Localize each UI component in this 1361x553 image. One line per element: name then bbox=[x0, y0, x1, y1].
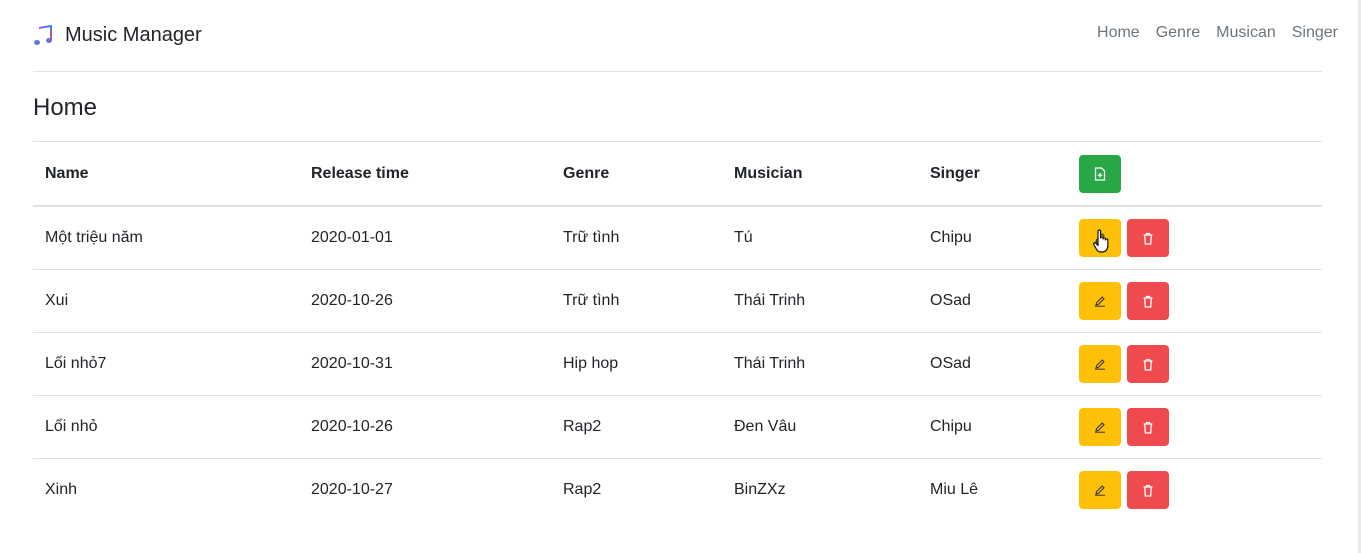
row-actions bbox=[1072, 206, 1322, 270]
cell-genre: Trữ tình bbox=[563, 229, 620, 246]
cell-genre: Trữ tình bbox=[563, 292, 620, 309]
header-release-time: Release time bbox=[311, 164, 409, 182]
cell-musician: Tú bbox=[734, 229, 753, 246]
pencil-icon bbox=[1095, 485, 1105, 496]
page-title: Home bbox=[33, 72, 1322, 142]
cell-genre: Hip hop bbox=[563, 355, 619, 372]
cell-singer: Chipu bbox=[930, 418, 972, 435]
cell-musician: Thái Trinh bbox=[734, 292, 806, 309]
trash-icon bbox=[1143, 232, 1153, 245]
pencil-icon bbox=[1095, 233, 1105, 244]
table-row: Một triệu năm 2020-01-01 Trữ tình Tú Chi… bbox=[33, 206, 1322, 270]
edit-button[interactable] bbox=[1079, 408, 1121, 446]
songs-table: Name Release time Genre Musician Singer bbox=[33, 142, 1322, 521]
table-body: Một triệu năm 2020-01-01 Trữ tình Tú Chi… bbox=[33, 206, 1322, 521]
row-actions bbox=[1072, 396, 1322, 459]
delete-button[interactable] bbox=[1127, 408, 1170, 446]
cell-release: 2020-01-01 bbox=[311, 229, 393, 246]
edit-button[interactable] bbox=[1079, 282, 1121, 320]
trash-icon bbox=[1143, 295, 1153, 308]
nav-musican[interactable]: Musican bbox=[1216, 24, 1276, 42]
cell-singer: OSad bbox=[930, 292, 971, 309]
cell-release: 2020-10-26 bbox=[311, 292, 393, 309]
add-song-button[interactable] bbox=[1079, 155, 1121, 193]
edit-button[interactable] bbox=[1079, 219, 1121, 257]
table-row: Xui 2020-10-26 Trữ tình Thái Trinh OSad bbox=[33, 270, 1322, 333]
nav-genre[interactable]: Genre bbox=[1156, 24, 1200, 42]
table-header: Name Release time Genre Musician Singer bbox=[33, 142, 1322, 206]
delete-button[interactable] bbox=[1127, 345, 1170, 383]
cell-name: Xinh bbox=[45, 481, 78, 498]
cell-name: Lối nhỏ bbox=[45, 418, 98, 435]
table-row: Xinh 2020-10-27 Rap2 BinZXz Miu Lê bbox=[33, 459, 1322, 522]
pencil-icon bbox=[1095, 422, 1105, 433]
cell-release: 2020-10-31 bbox=[311, 355, 393, 372]
nav-singer[interactable]: Singer bbox=[1292, 24, 1338, 42]
cell-musician: Đen Vâu bbox=[734, 418, 797, 435]
cell-singer: Chipu bbox=[930, 229, 972, 246]
trash-icon bbox=[1143, 358, 1153, 371]
table-row: Lối nhỏ7 2020-10-31 Hip hop Thái Trinh O… bbox=[33, 333, 1322, 396]
header-actions bbox=[1072, 142, 1322, 206]
cell-name: Lối nhỏ7 bbox=[45, 355, 107, 372]
cell-name: Xui bbox=[45, 292, 69, 309]
nav-home[interactable]: Home bbox=[1097, 24, 1140, 42]
pencil-icon bbox=[1095, 296, 1105, 307]
brand[interactable]: Music Manager bbox=[33, 24, 202, 47]
cell-genre: Rap2 bbox=[563, 481, 602, 498]
row-actions bbox=[1072, 270, 1322, 333]
pencil-icon bbox=[1095, 359, 1105, 370]
row-actions bbox=[1072, 459, 1322, 522]
nav-links: Home Genre Musican Singer bbox=[1097, 24, 1338, 42]
music-note-icon bbox=[33, 24, 53, 47]
file-plus-icon bbox=[1094, 167, 1106, 181]
header-genre: Genre bbox=[563, 164, 610, 182]
header-name: Name bbox=[45, 164, 89, 182]
navbar: Music Manager Home Genre Musican Singer bbox=[33, 0, 1338, 72]
cell-singer: Miu Lê bbox=[930, 481, 979, 498]
header-musician: Musician bbox=[734, 164, 803, 182]
trash-icon bbox=[1143, 421, 1153, 434]
main-container: Music Manager Home Genre Musican Singer … bbox=[33, 0, 1338, 521]
cell-musician: Thái Trinh bbox=[734, 355, 806, 372]
cell-name: Một triệu năm bbox=[45, 229, 143, 246]
cell-singer: OSad bbox=[930, 355, 971, 372]
delete-button[interactable] bbox=[1127, 219, 1170, 257]
delete-button[interactable] bbox=[1127, 471, 1170, 509]
header-singer: Singer bbox=[930, 164, 980, 182]
cell-musician: BinZXz bbox=[734, 481, 786, 498]
brand-title: Music Manager bbox=[65, 24, 202, 46]
cell-release: 2020-10-27 bbox=[311, 481, 393, 498]
edit-button[interactable] bbox=[1079, 345, 1121, 383]
edit-button[interactable] bbox=[1079, 471, 1121, 509]
table-row: Lối nhỏ 2020-10-26 Rap2 Đen Vâu Chipu bbox=[33, 396, 1322, 459]
header-row: Name Release time Genre Musician Singer bbox=[33, 142, 1322, 206]
trash-icon bbox=[1143, 484, 1153, 497]
cell-release: 2020-10-26 bbox=[311, 418, 393, 435]
cell-genre: Rap2 bbox=[563, 418, 602, 435]
row-actions bbox=[1072, 333, 1322, 396]
delete-button[interactable] bbox=[1127, 282, 1170, 320]
